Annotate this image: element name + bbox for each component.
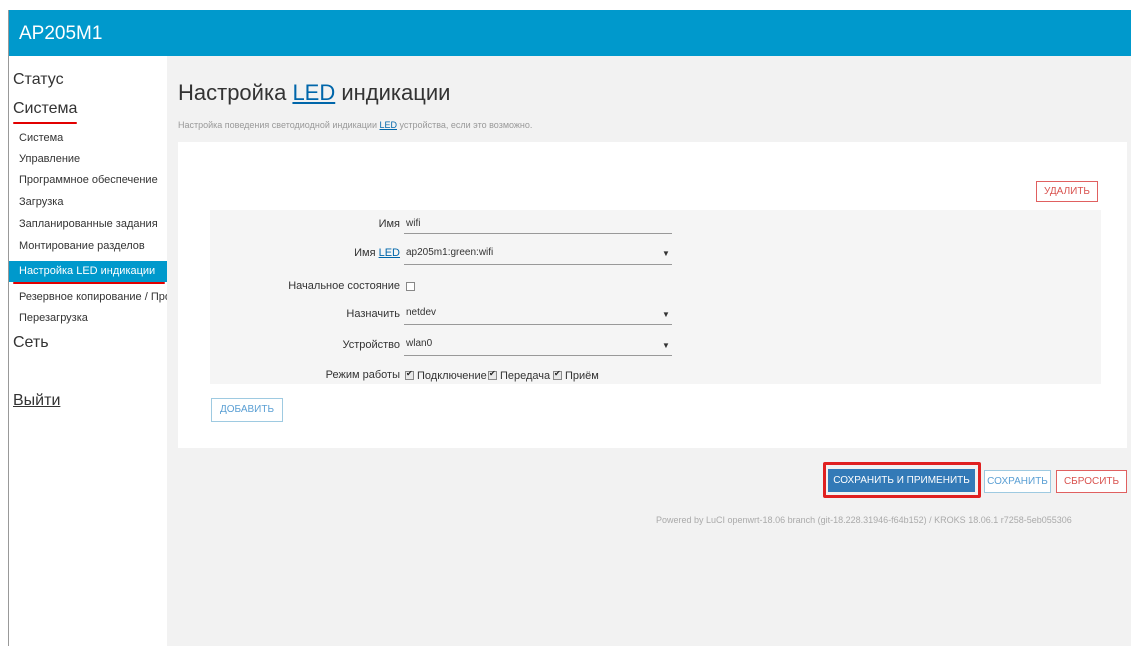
led-section — [210, 210, 1101, 384]
name-input-line — [404, 233, 672, 234]
device-select[interactable]: wlan0 — [406, 338, 432, 349]
nav-system[interactable]: Система — [13, 100, 77, 118]
led-name-label: Имя LED — [210, 247, 400, 259]
trigger-select[interactable]: netdev — [406, 307, 436, 318]
sidebar-item-software[interactable]: Программное обеспечение — [9, 170, 167, 191]
trigger-dropdown-arrow[interactable]: ▼ — [662, 310, 670, 319]
sidebar-item-mount-points[interactable]: Монтирование разделов — [9, 236, 167, 257]
mode-tx-checkbox[interactable] — [488, 369, 497, 380]
system-red-underline — [13, 122, 77, 124]
title-suffix: индикации — [341, 80, 451, 105]
trigger-label: Назначить — [346, 308, 400, 320]
nav-status[interactable]: Статус — [13, 71, 64, 89]
mode-rx-checkbox[interactable] — [553, 369, 562, 380]
mode-link-checkbox[interactable] — [405, 369, 414, 380]
name-label: Имя — [378, 218, 400, 230]
brand-title[interactable]: AP205M1 — [19, 23, 102, 45]
page-description: Настройка поведения светодиодной индикац… — [178, 120, 532, 130]
save-button[interactable]: СОХРАНИТЬ — [984, 470, 1051, 493]
sidebar-item-system[interactable]: Система — [9, 128, 167, 149]
trigger-select-line — [404, 324, 672, 325]
device-select-line — [404, 355, 672, 356]
mode-link-label: Подключение — [417, 370, 487, 382]
initial-state-label: Начальное состояние — [288, 280, 400, 292]
name-input[interactable]: wifi — [406, 218, 420, 229]
sidebar-item-startup[interactable]: Загрузка — [9, 192, 167, 213]
title-led-link[interactable]: LED — [292, 80, 335, 105]
sidebar: Статус Система Система Управление Програ… — [9, 56, 167, 646]
add-button[interactable]: ДОБАВИТЬ — [211, 398, 283, 422]
initial-state-checkbox[interactable] — [406, 282, 415, 291]
led-name-label-link[interactable]: LED — [379, 247, 400, 259]
led-name-dropdown-arrow[interactable]: ▼ — [662, 249, 670, 258]
footer-text: Powered by LuCI openwrt-18.06 branch (gi… — [656, 515, 1072, 525]
sidebar-item-scheduled-tasks[interactable]: Запланированные задания — [9, 214, 167, 235]
sidebar-item-backup-flash[interactable]: Резервное копирование / Прошивка — [9, 287, 167, 308]
sidebar-item-management[interactable]: Управление — [9, 149, 167, 170]
nav-network[interactable]: Сеть — [13, 334, 49, 352]
page-title: Настройка LED индикации — [178, 80, 450, 106]
top-bar: AP205M1 — [9, 10, 1131, 56]
logout-link[interactable]: Выйти — [13, 392, 60, 410]
mode-label: Режим работы — [325, 369, 400, 381]
save-apply-button[interactable]: СОХРАНИТЬ И ПРИМЕНИТЬ — [828, 469, 975, 492]
title-prefix: Настройка — [178, 80, 287, 105]
sidebar-item-reboot[interactable]: Перезагрузка — [9, 308, 167, 329]
delete-button[interactable]: УДАЛИТЬ — [1036, 181, 1098, 202]
device-label: Устройство — [342, 339, 400, 351]
led-name-select-line — [404, 264, 672, 265]
device-dropdown-arrow[interactable]: ▼ — [662, 341, 670, 350]
led-name-select[interactable]: ap205m1:green:wifi — [406, 247, 493, 258]
sidebar-item-led-config[interactable]: Настройка LED индикации — [9, 261, 167, 282]
reset-button[interactable]: СБРОСИТЬ — [1056, 470, 1127, 493]
desc-led-link[interactable]: LED — [380, 120, 398, 130]
led-name-label-prefix: Имя — [354, 247, 376, 259]
mode-rx-label: Приём — [565, 370, 599, 382]
mode-tx-label: Передача — [500, 370, 551, 382]
led-red-underline — [13, 282, 165, 284]
desc-prefix: Настройка поведения светодиодной индикац… — [178, 120, 377, 130]
desc-suffix: устройства, если это возможно. — [399, 120, 533, 130]
